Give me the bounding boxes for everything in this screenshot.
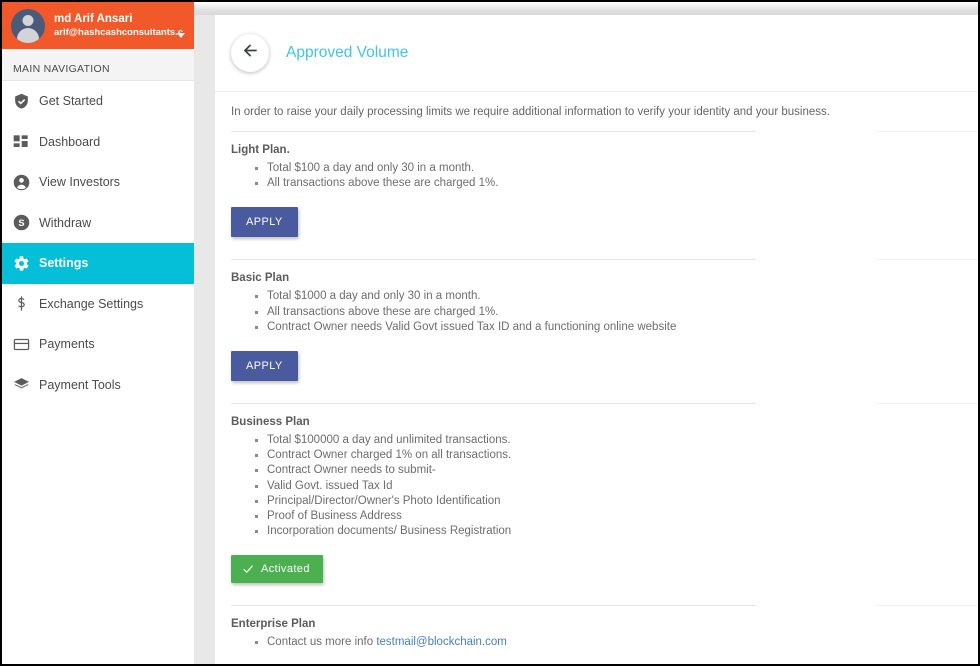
plan-title: Enterprise Plan xyxy=(231,618,316,631)
apply-button[interactable]: APPLY xyxy=(231,351,298,382)
list-item: Principal/Director/Owner's Photo Identif… xyxy=(255,494,962,509)
contact-text: Contact us more info xyxy=(267,636,377,649)
list-item: Incorporation documents/ Business Regist… xyxy=(255,524,962,539)
plan-bullets: Total $1000 a day and only 30 in a month… xyxy=(231,289,962,335)
svg-text:S: S xyxy=(18,218,24,228)
credit-card-icon xyxy=(13,336,35,353)
apply-button[interactable]: APPLY xyxy=(231,207,298,238)
dollar-circle-icon: S xyxy=(13,214,35,231)
page-title: Approved Volume xyxy=(286,44,409,61)
sidebar-item-label: Dashboard xyxy=(39,134,101,149)
plan-enterprise: Enterprise Plan Contact us more info tes… xyxy=(215,606,978,650)
list-item: Proof of Business Address xyxy=(255,509,962,524)
plan-title: Light Plan. xyxy=(231,144,290,156)
sidebar-item-label: View Investors xyxy=(39,175,121,190)
activated-button-label: Activated xyxy=(261,563,310,576)
plan-action-row: Activated xyxy=(231,539,962,605)
sidebar-item-get-started[interactable]: Get Started xyxy=(2,81,194,122)
sidebar-item-withdraw[interactable]: S Withdraw xyxy=(2,202,194,243)
plan-bullets: Total $100 a day and only 30 in a month.… xyxy=(231,161,962,191)
user-avatar-icon xyxy=(11,8,45,43)
plan-action-row: APPLY xyxy=(231,335,962,403)
page-header: Approved Volume xyxy=(215,15,978,91)
contact-email-link[interactable]: testmail@blockchain.com xyxy=(376,636,507,648)
sidebar-item-settings[interactable]: Settings xyxy=(2,243,194,284)
plan-basic: Basic Plan Total $1000 a day and only 30… xyxy=(215,260,978,403)
sidebar-item-payment-tools[interactable]: Payment Tools xyxy=(2,364,194,405)
plans-container: Light Plan. Total $100 a day and only 30… xyxy=(215,131,978,651)
plan-bullets: Contact us more info testmail@blockchain… xyxy=(231,635,962,650)
list-item: Total $100000 a day and unlimited transa… xyxy=(255,433,962,448)
user-panel[interactable]: md Arif Ansari arif@hashcashconsultants.… xyxy=(2,2,194,49)
list-item: Total $1000 a day and only 30 in a month… xyxy=(255,289,962,304)
plan-bullets: Total $100000 a day and unlimited transa… xyxy=(231,433,962,539)
plan-business: Business Plan Total $100000 a day and un… xyxy=(215,404,978,605)
plan-title: Business Plan xyxy=(231,416,310,429)
shield-check-icon xyxy=(13,93,35,110)
back-button[interactable] xyxy=(231,34,269,72)
list-item: Valid Govt. issued Tax Id xyxy=(255,479,962,494)
sidebar-item-label: Withdraw xyxy=(39,215,92,230)
arrow-left-icon xyxy=(241,41,260,65)
sidebar-item-view-investors[interactable]: View Investors xyxy=(2,162,194,203)
list-item: Total $100 a day and only 30 in a month. xyxy=(255,161,962,176)
sidebar-item-exchange-settings[interactable]: Exchange Settings xyxy=(2,283,194,324)
sidebar: md Arif Ansari arif@hashcashconsultants.… xyxy=(2,2,194,664)
list-item: All transactions above these are charged… xyxy=(255,305,962,320)
content-card: Approved Volume In order to raise your d… xyxy=(215,15,978,664)
list-item: Contract Owner needs Valid Govt issued T… xyxy=(255,320,962,335)
list-item: Contract Owner charged 1% on all transac… xyxy=(255,448,962,463)
sidebar-item-label: Settings xyxy=(39,256,89,271)
dashboard-grid-icon xyxy=(13,134,35,150)
sidebar-item-label: Get Started xyxy=(39,94,103,109)
sidebar-item-label: Exchange Settings xyxy=(39,296,144,311)
user-meta: md Arif Ansari arif@hashcashconsultants.… xyxy=(54,12,186,38)
list-item: Contract Owner needs to submit- xyxy=(255,463,962,478)
user-name: md Arif Ansari xyxy=(54,13,133,26)
sidebar-item-label: Payment Tools xyxy=(39,377,121,392)
plan-light: Light Plan. Total $100 a day and only 30… xyxy=(215,132,978,259)
list-item: Contact us more info testmail@blockchain… xyxy=(255,635,962,650)
app-window: md Arif Ansari arif@hashcashconsultants.… xyxy=(0,0,980,666)
activated-button[interactable]: Activated xyxy=(231,555,323,584)
dollar-sign-icon xyxy=(13,295,35,312)
list-item: All transactions above these are charged… xyxy=(255,176,962,191)
chevron-down-icon[interactable] xyxy=(177,33,185,38)
user-circle-icon xyxy=(13,174,35,191)
user-email: arif@hashcashconsultants.c xyxy=(54,26,184,38)
sidebar-item-payments[interactable]: Payments xyxy=(2,324,194,365)
check-icon xyxy=(242,563,254,575)
intro-text: In order to raise your daily processing … xyxy=(215,91,978,131)
sidebar-nav-list: Get Started Dashboard View Investors S W… xyxy=(2,81,194,405)
sidebar-item-label: Payments xyxy=(39,337,95,352)
sidebar-item-dashboard[interactable]: Dashboard xyxy=(2,121,194,162)
nav-section-header: MAIN NAVIGATION xyxy=(2,49,194,81)
gear-icon xyxy=(13,255,35,272)
plan-action-row: APPLY xyxy=(231,191,962,259)
plan-title: Basic Plan xyxy=(231,272,290,285)
layers-icon xyxy=(13,376,35,393)
